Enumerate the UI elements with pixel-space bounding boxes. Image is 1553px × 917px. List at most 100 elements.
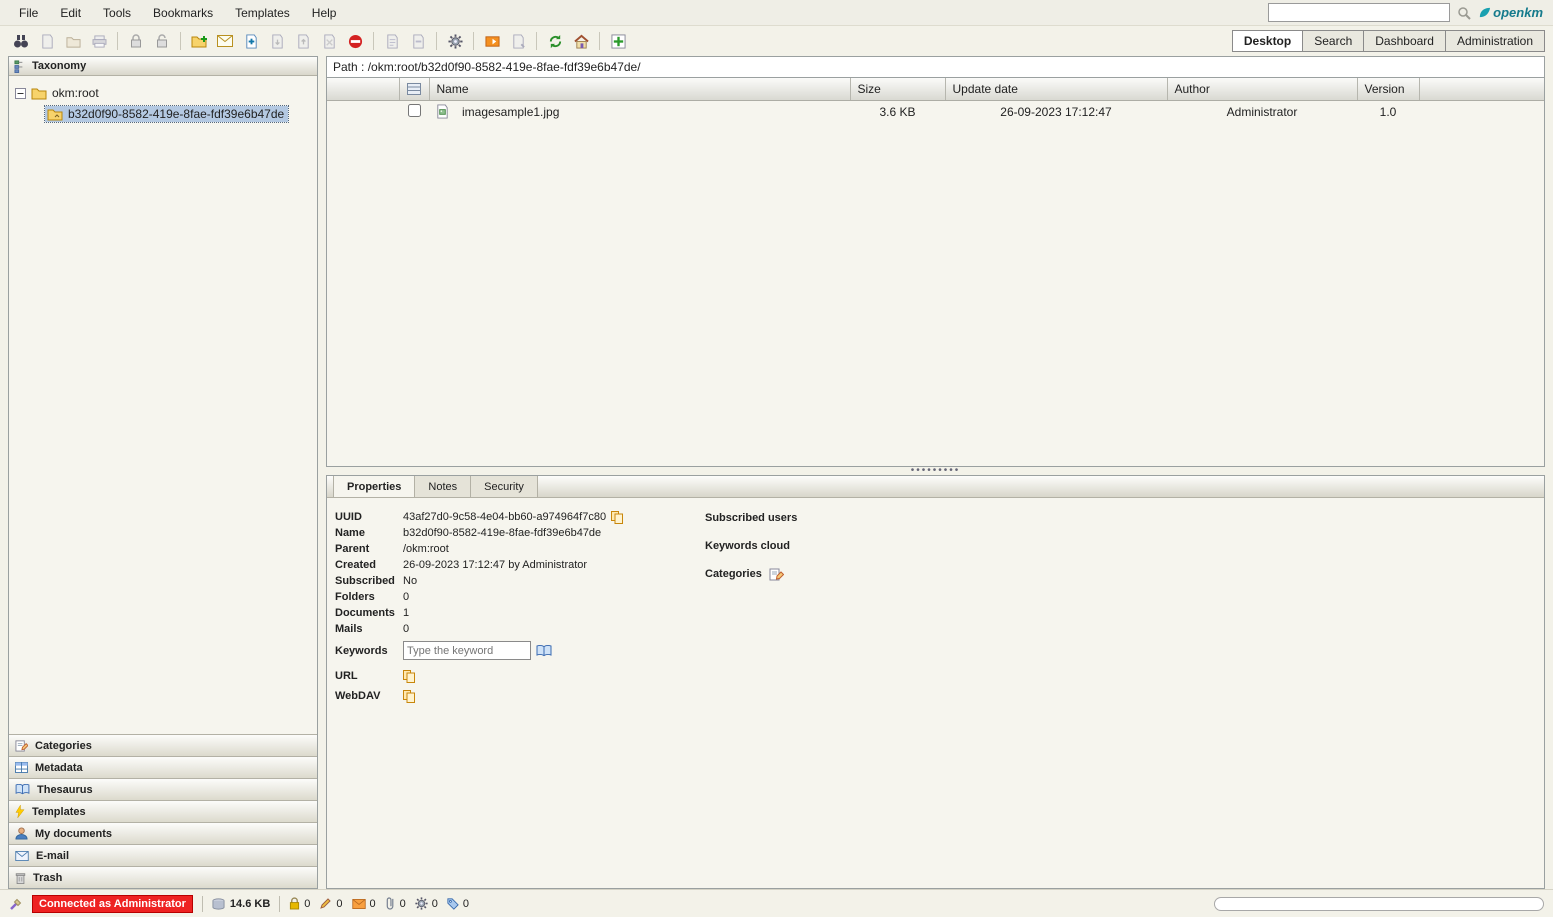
header-spacer — [1419, 78, 1544, 100]
main-area: Taxonomy okm:root b32d0f90-8582-419e-8fa… — [0, 56, 1553, 889]
tab-desktop[interactable]: Desktop — [1232, 30, 1303, 52]
header-update-date[interactable]: Update date — [945, 78, 1167, 100]
sidebar-item-metadata[interactable]: Metadata — [9, 756, 317, 778]
tab-properties[interactable]: Properties — [333, 476, 415, 497]
search-icon[interactable] — [1457, 6, 1471, 20]
header-author[interactable]: Author — [1167, 78, 1357, 100]
field-folders: Folders 0 — [335, 589, 705, 605]
print-icon[interactable] — [86, 29, 112, 53]
menu-help[interactable]: Help — [301, 1, 348, 25]
table-row[interactable]: imagesample1.jpg 3.6 KB 26-09-2023 17:12… — [327, 100, 1544, 123]
copy-uuid-icon[interactable] — [611, 511, 623, 524]
add-category-icon[interactable] — [769, 567, 784, 581]
sidebar-item-email[interactable]: E-mail — [9, 844, 317, 866]
row-icon-cell — [429, 100, 455, 123]
lock-icon — [289, 897, 300, 910]
add-subscription-icon[interactable] — [479, 29, 505, 53]
email-icon — [15, 851, 29, 861]
checkin-icon[interactable] — [290, 29, 316, 53]
menu-edit[interactable]: Edit — [49, 1, 92, 25]
cancel-checkout-icon[interactable] — [316, 29, 342, 53]
quick-search-input[interactable] — [1268, 3, 1450, 22]
repository-usage: 14.6 KB — [212, 898, 270, 910]
menu-bookmarks[interactable]: Bookmarks — [142, 1, 224, 25]
lock-icon[interactable] — [123, 29, 149, 53]
add-property-group-icon[interactable] — [379, 29, 405, 53]
remove-property-group-icon[interactable] — [405, 29, 431, 53]
tab-security[interactable]: Security — [470, 476, 538, 497]
tab-notes[interactable]: Notes — [414, 476, 471, 497]
sidebar-item-label: Categories — [35, 740, 92, 752]
brand-text: openkm — [1493, 5, 1543, 20]
field-label: Documents — [335, 607, 403, 619]
counter-value: 0 — [336, 898, 342, 910]
menu-tools[interactable]: Tools — [92, 1, 142, 25]
tab-administration[interactable]: Administration — [1445, 30, 1545, 52]
menu-file[interactable]: File — [8, 1, 49, 25]
tags-counter: 0 — [447, 898, 469, 910]
properties-content: UUID 43af27d0-9c58-4e04-bb60-a974964f7c8… — [327, 498, 1544, 888]
home-icon[interactable] — [568, 29, 594, 53]
properties-right-column: Subscribed users Keywords cloud Categori… — [705, 509, 1536, 877]
toolbar-separator — [180, 32, 181, 50]
horizontal-splitter[interactable]: ••••••••• — [326, 467, 1545, 475]
copy-webdav-icon[interactable] — [403, 690, 415, 703]
header-version[interactable]: Version — [1357, 78, 1419, 100]
sidebar-item-trash[interactable]: Trash — [9, 866, 317, 888]
folder-icon — [31, 87, 47, 100]
massive-selection-button[interactable] — [399, 78, 429, 100]
delete-icon[interactable] — [342, 29, 368, 53]
find-icon[interactable] — [8, 29, 34, 53]
field-label: Mails — [335, 623, 403, 635]
sidebar-item-label: Trash — [33, 872, 62, 884]
checkout-icon[interactable] — [264, 29, 290, 53]
folder-icon — [47, 108, 63, 121]
tab-search[interactable]: Search — [1302, 30, 1364, 52]
taxonomy-header[interactable]: Taxonomy — [9, 57, 317, 76]
properties-fields: UUID 43af27d0-9c58-4e04-bb60-a974964f7c8… — [335, 509, 705, 877]
field-value: /okm:root — [403, 543, 449, 555]
field-url: URL — [335, 668, 705, 684]
field-name: Name b32d0f90-8582-419e-8fae-fdf39e6b47d… — [335, 525, 705, 541]
tree-node-label[interactable]: okm:root — [52, 86, 99, 100]
remove-subscription-icon[interactable] — [505, 29, 531, 53]
tree-node-root[interactable]: okm:root — [15, 83, 311, 103]
add-document-icon[interactable] — [238, 29, 264, 53]
metadata-icon — [15, 762, 28, 773]
thesaurus-lookup-icon[interactable] — [536, 645, 552, 657]
row-update-date: 26-09-2023 17:12:47 — [945, 100, 1167, 123]
field-value: 0 — [403, 623, 409, 635]
row-version: 1.0 — [1357, 100, 1419, 123]
row-size: 3.6 KB — [850, 100, 945, 123]
sidebar: Taxonomy okm:root b32d0f90-8582-419e-8fa… — [8, 56, 318, 889]
usage-value: 14.6 KB — [230, 898, 270, 910]
create-folder-icon[interactable] — [186, 29, 212, 53]
tree-node-label[interactable]: b32d0f90-8582-419e-8fae-fdf39e6b47de — [68, 107, 284, 121]
find-document-icon[interactable] — [34, 29, 60, 53]
sidebar-item-thesaurus[interactable]: Thesaurus — [9, 778, 317, 800]
find-folder-icon[interactable] — [60, 29, 86, 53]
field-label: Created — [335, 559, 403, 571]
keyword-input[interactable] — [403, 641, 531, 660]
tab-dashboard[interactable]: Dashboard — [1363, 30, 1446, 52]
row-name[interactable]: imagesample1.jpg — [455, 100, 850, 123]
refresh-icon[interactable] — [542, 29, 568, 53]
header-size[interactable]: Size — [850, 78, 945, 100]
sidebar-item-categories[interactable]: Categories — [9, 734, 317, 756]
unlock-icon[interactable] — [149, 29, 175, 53]
paperclip-icon — [385, 897, 396, 910]
row-checkbox[interactable] — [408, 104, 421, 117]
split-panel-icon[interactable] — [605, 29, 631, 53]
sidebar-item-templates[interactable]: Templates — [9, 800, 317, 822]
tree-node-child[interactable]: b32d0f90-8582-419e-8fae-fdf39e6b47de — [45, 104, 311, 124]
toolbar-separator — [117, 32, 118, 50]
content-area: Path : /okm:root/b32d0f90-8582-419e-8fae… — [326, 56, 1545, 889]
copy-url-icon[interactable] — [403, 670, 415, 683]
menu-templates[interactable]: Templates — [224, 1, 301, 25]
header-name[interactable]: Name — [429, 78, 850, 100]
workflow-icon[interactable] — [442, 29, 468, 53]
sidebar-item-my-documents[interactable]: My documents — [9, 822, 317, 844]
tree-selection[interactable]: b32d0f90-8582-419e-8fae-fdf39e6b47de — [45, 106, 288, 122]
counter-value: 0 — [432, 898, 438, 910]
send-document-link-icon[interactable] — [212, 29, 238, 53]
